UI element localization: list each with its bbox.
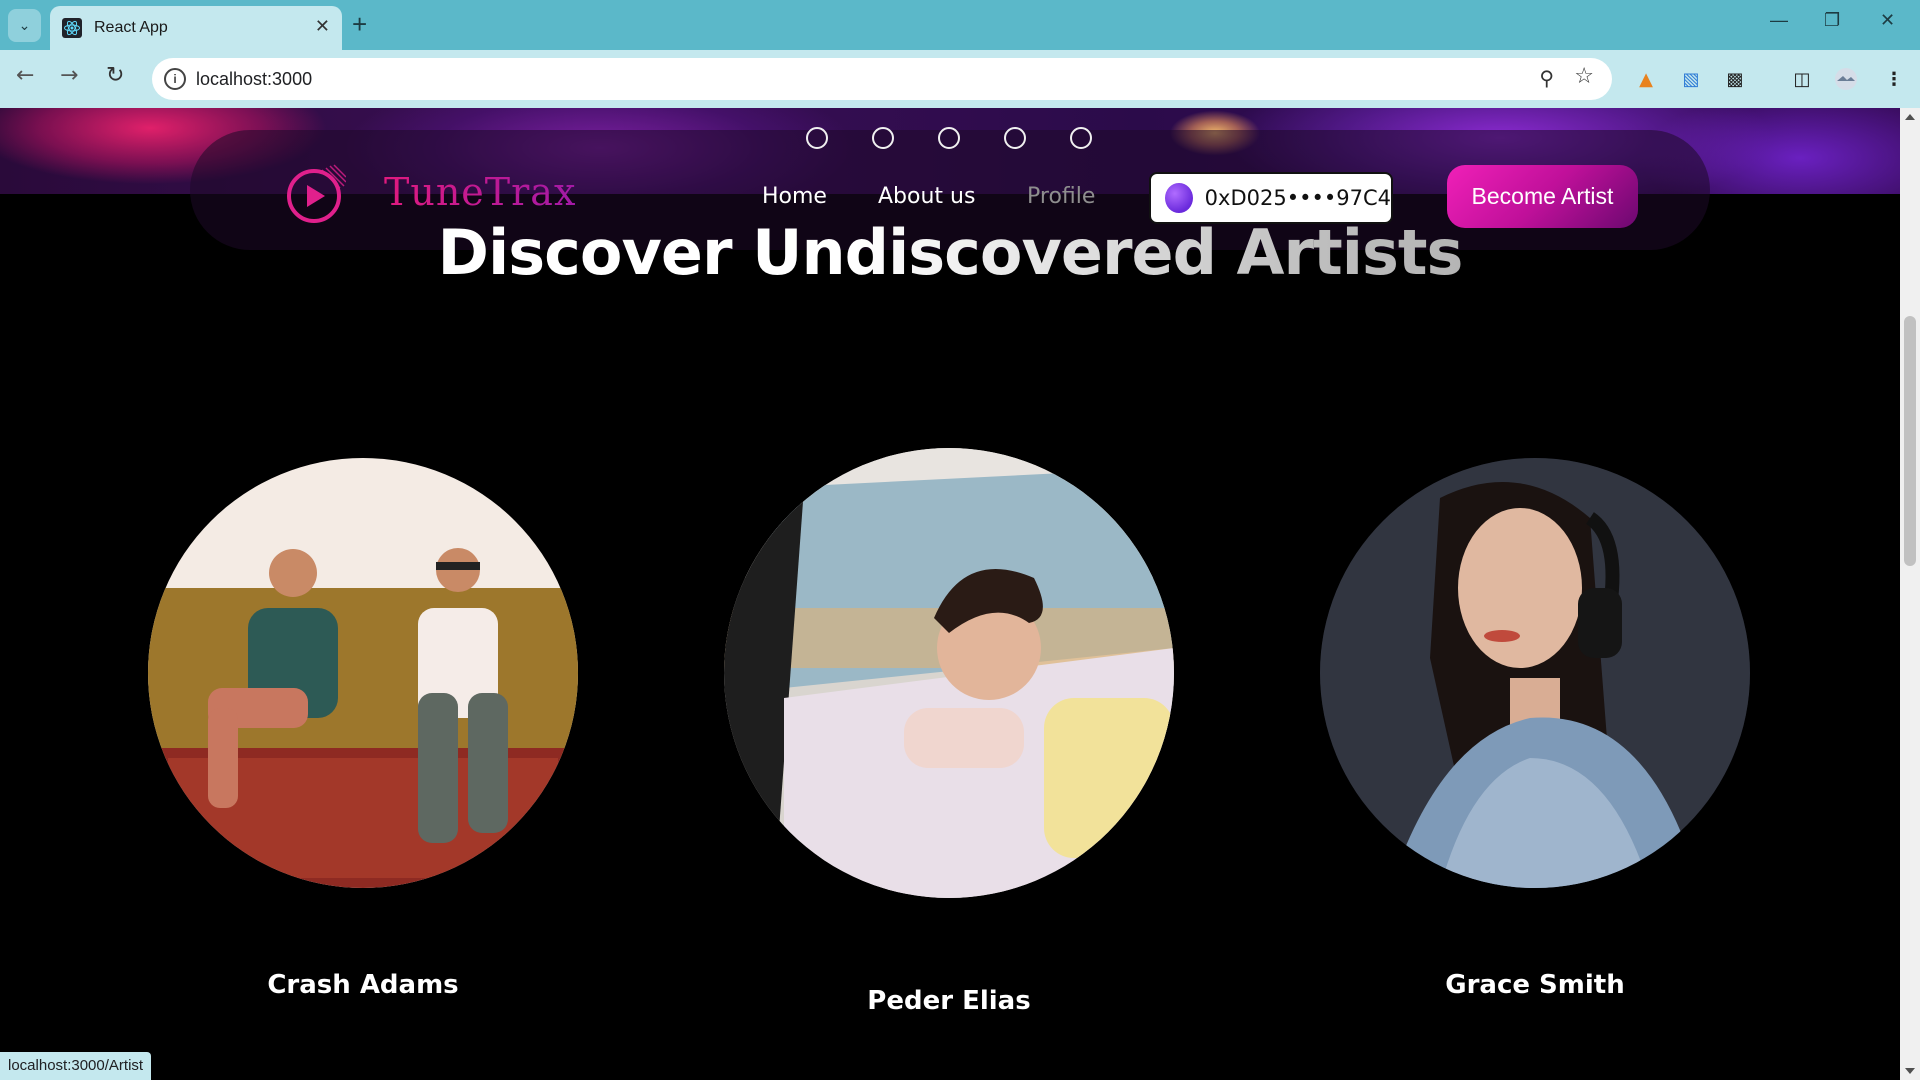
carousel-dot[interactable] — [1004, 127, 1026, 149]
zoom-icon[interactable]: ⚲ — [1539, 66, 1554, 90]
menu-kebab-icon[interactable]: ⋮ — [1882, 67, 1906, 91]
extension-icon[interactable]: ▧ — [1679, 67, 1703, 91]
artist-photo[interactable] — [724, 448, 1174, 898]
artist-name[interactable]: Peder Elias — [749, 986, 1149, 1016]
tab-title: React App — [94, 19, 168, 36]
new-tab-button[interactable]: + — [352, 10, 367, 38]
site-info-icon[interactable]: i — [164, 68, 186, 90]
address-url[interactable]: localhost:3000 — [196, 69, 312, 90]
brand-logo-text[interactable]: TuneTrax — [384, 170, 576, 214]
nav-link-about-us[interactable]: About us — [878, 184, 975, 209]
artist-photo[interactable] — [148, 458, 578, 888]
close-window-icon[interactable]: ✕ — [1880, 10, 1895, 31]
carousel-dot[interactable] — [872, 127, 894, 149]
browser-tab-bar: ⌄ React App ✕ + — ❐ ✕ — [0, 0, 1920, 50]
close-tab-icon[interactable]: ✕ — [315, 18, 330, 36]
scroll-down-icon[interactable] — [1905, 1068, 1915, 1074]
status-bar-url: localhost:3000/Artist — [0, 1052, 152, 1080]
minimize-icon[interactable]: — — [1770, 10, 1788, 31]
carousel-dots — [806, 127, 1092, 149]
artist-photo-image — [724, 448, 1174, 898]
artist-name[interactable]: Crash Adams — [163, 970, 563, 1000]
carousel-dot[interactable] — [938, 127, 960, 149]
carousel-dot[interactable] — [806, 127, 828, 149]
page-scrollbar[interactable] — [1900, 108, 1920, 1080]
browser-toolbar: ← → ↻ i localhost:3000 ⚲ ☆ ▲ ▧ ▩ ◫ ⋮ — [0, 50, 1920, 108]
side-panel-icon[interactable]: ◫ — [1790, 67, 1814, 91]
scrollbar-thumb[interactable] — [1904, 316, 1916, 566]
chevron-down-icon: ⌄ — [18, 17, 31, 34]
forward-icon[interactable]: → — [60, 64, 78, 88]
page-headline: Discover Undiscovered Artists — [0, 216, 1900, 289]
bookmark-star-icon[interactable]: ☆ — [1574, 64, 1594, 89]
back-icon[interactable]: ← — [16, 64, 34, 88]
browser-tab[interactable]: React App ✕ — [50, 6, 342, 50]
wallet-address: 0xD025••••97C4 — [1204, 186, 1391, 210]
nav-link-home[interactable]: Home — [762, 184, 827, 209]
tab-search-button[interactable]: ⌄ — [8, 9, 41, 42]
profile-avatar-icon[interactable] — [1834, 67, 1858, 91]
page-viewport: TuneTrax Home About us Profile 0xD025•••… — [0, 108, 1900, 1080]
artist-photo-image — [148, 458, 578, 888]
artist-photo-image — [1320, 458, 1750, 888]
address-bar[interactable]: i localhost:3000 ⚲ ☆ — [152, 58, 1612, 100]
wallet-avatar — [1165, 183, 1193, 213]
carousel-dot[interactable] — [1070, 127, 1092, 149]
nav-link-profile[interactable]: Profile — [1027, 184, 1095, 209]
extensions-puzzle-icon[interactable]: ▩ — [1723, 67, 1747, 91]
play-logo-icon[interactable] — [286, 164, 346, 224]
metamask-extension-icon[interactable]: ▲ — [1634, 67, 1658, 91]
artist-name[interactable]: Grace Smith — [1335, 970, 1735, 1000]
scroll-up-icon[interactable] — [1905, 114, 1915, 120]
restore-icon[interactable]: ❐ — [1824, 10, 1840, 31]
react-logo-icon — [62, 18, 82, 38]
artist-photo[interactable] — [1320, 458, 1750, 888]
reload-icon[interactable]: ↻ — [106, 64, 124, 88]
